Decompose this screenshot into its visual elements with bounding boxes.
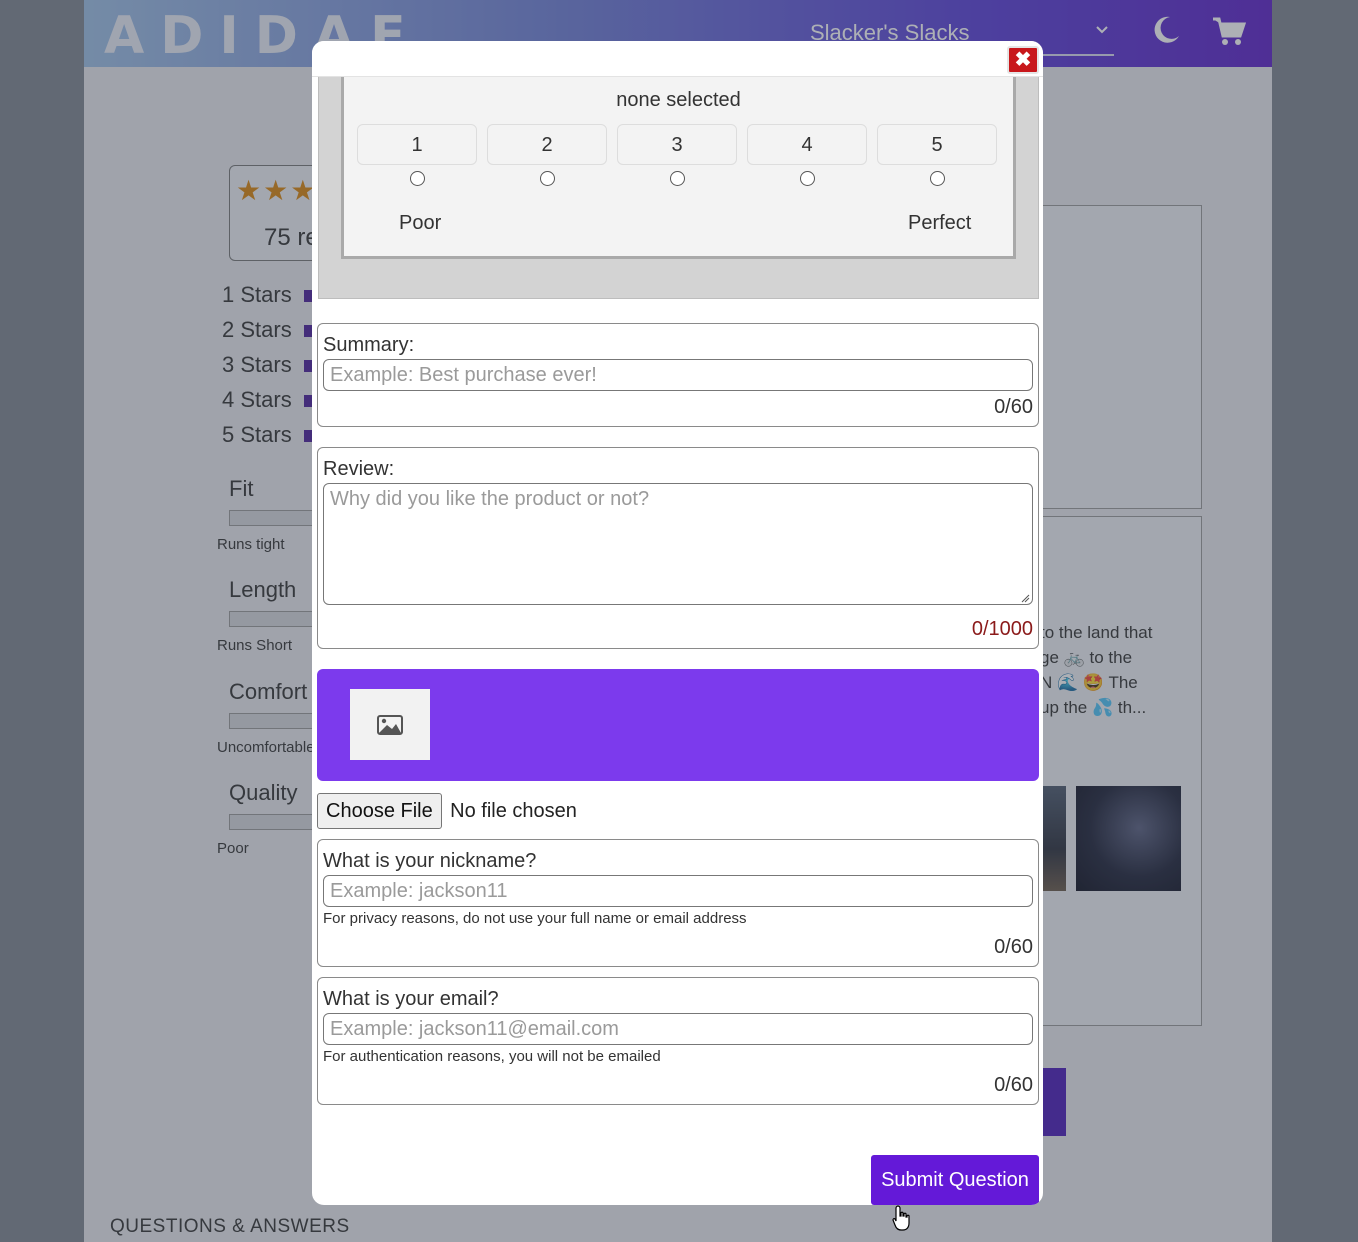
photo-preview[interactable] (350, 689, 430, 760)
rating-radio-2[interactable] (540, 171, 555, 186)
rating-option-3[interactable]: 3 (617, 124, 737, 165)
summary-label: Summary: (323, 334, 415, 356)
summary-field: Summary: 0/60 (317, 323, 1039, 427)
email-input[interactable] (323, 1013, 1033, 1045)
image-icon (377, 715, 403, 735)
nickname-field: What is your nickname? For privacy reaso… (317, 839, 1039, 967)
rating-radio-3[interactable] (670, 171, 685, 186)
review-label: Review: (323, 458, 395, 480)
nickname-input[interactable] (323, 875, 1033, 907)
rating-status: none selected (616, 89, 741, 111)
choose-file-button[interactable]: Choose File (317, 793, 442, 829)
pointer-cursor-icon (892, 1205, 910, 1231)
rating-option-5[interactable]: 5 (877, 124, 997, 165)
rating-high-label: Perfect (908, 212, 972, 234)
close-button[interactable]: ✖ (1007, 46, 1039, 74)
rating-radio-1[interactable] (410, 171, 425, 186)
overall-rating-section: none selected 1 2 3 4 5 Poor Perfect (318, 77, 1039, 299)
rating-option-2[interactable]: 2 (487, 124, 607, 165)
summary-input[interactable] (323, 359, 1033, 391)
rating-radio-4[interactable] (800, 171, 815, 186)
modal-topbar: ✖ (312, 41, 1043, 77)
rating-panel: none selected 1 2 3 4 5 Poor Perfect (341, 77, 1016, 259)
submit-button[interactable]: Submit Question (871, 1155, 1039, 1205)
rating-option-1[interactable]: 1 (357, 124, 477, 165)
email-field: What is your email? For authentication r… (317, 977, 1039, 1105)
rating-radio-5[interactable] (930, 171, 945, 186)
photo-upload-panel (317, 669, 1039, 781)
rating-option-4[interactable]: 4 (747, 124, 867, 165)
rating-low-label: Poor (399, 212, 442, 234)
resize-handle-icon[interactable] (1020, 593, 1030, 603)
review-counter: 0/1000 (971, 618, 1033, 640)
email-label: What is your email? (323, 988, 499, 1010)
review-field: Review: 0/1000 (317, 447, 1039, 649)
email-counter: 0/60 (994, 1074, 1033, 1096)
nickname-label: What is your nickname? (323, 850, 537, 872)
summary-counter: 0/60 (994, 396, 1033, 418)
write-review-modal: none selected 1 2 3 4 5 Poor Perfect ✖ S… (312, 41, 1043, 1205)
file-chooser: Choose File No file chosen (317, 793, 577, 829)
file-status: No file chosen (450, 799, 577, 822)
review-textarea[interactable] (323, 483, 1033, 605)
email-hint: For authentication reasons, you will not… (323, 1048, 661, 1065)
nickname-counter: 0/60 (994, 936, 1033, 958)
nickname-hint: For privacy reasons, do not use your ful… (323, 910, 747, 927)
